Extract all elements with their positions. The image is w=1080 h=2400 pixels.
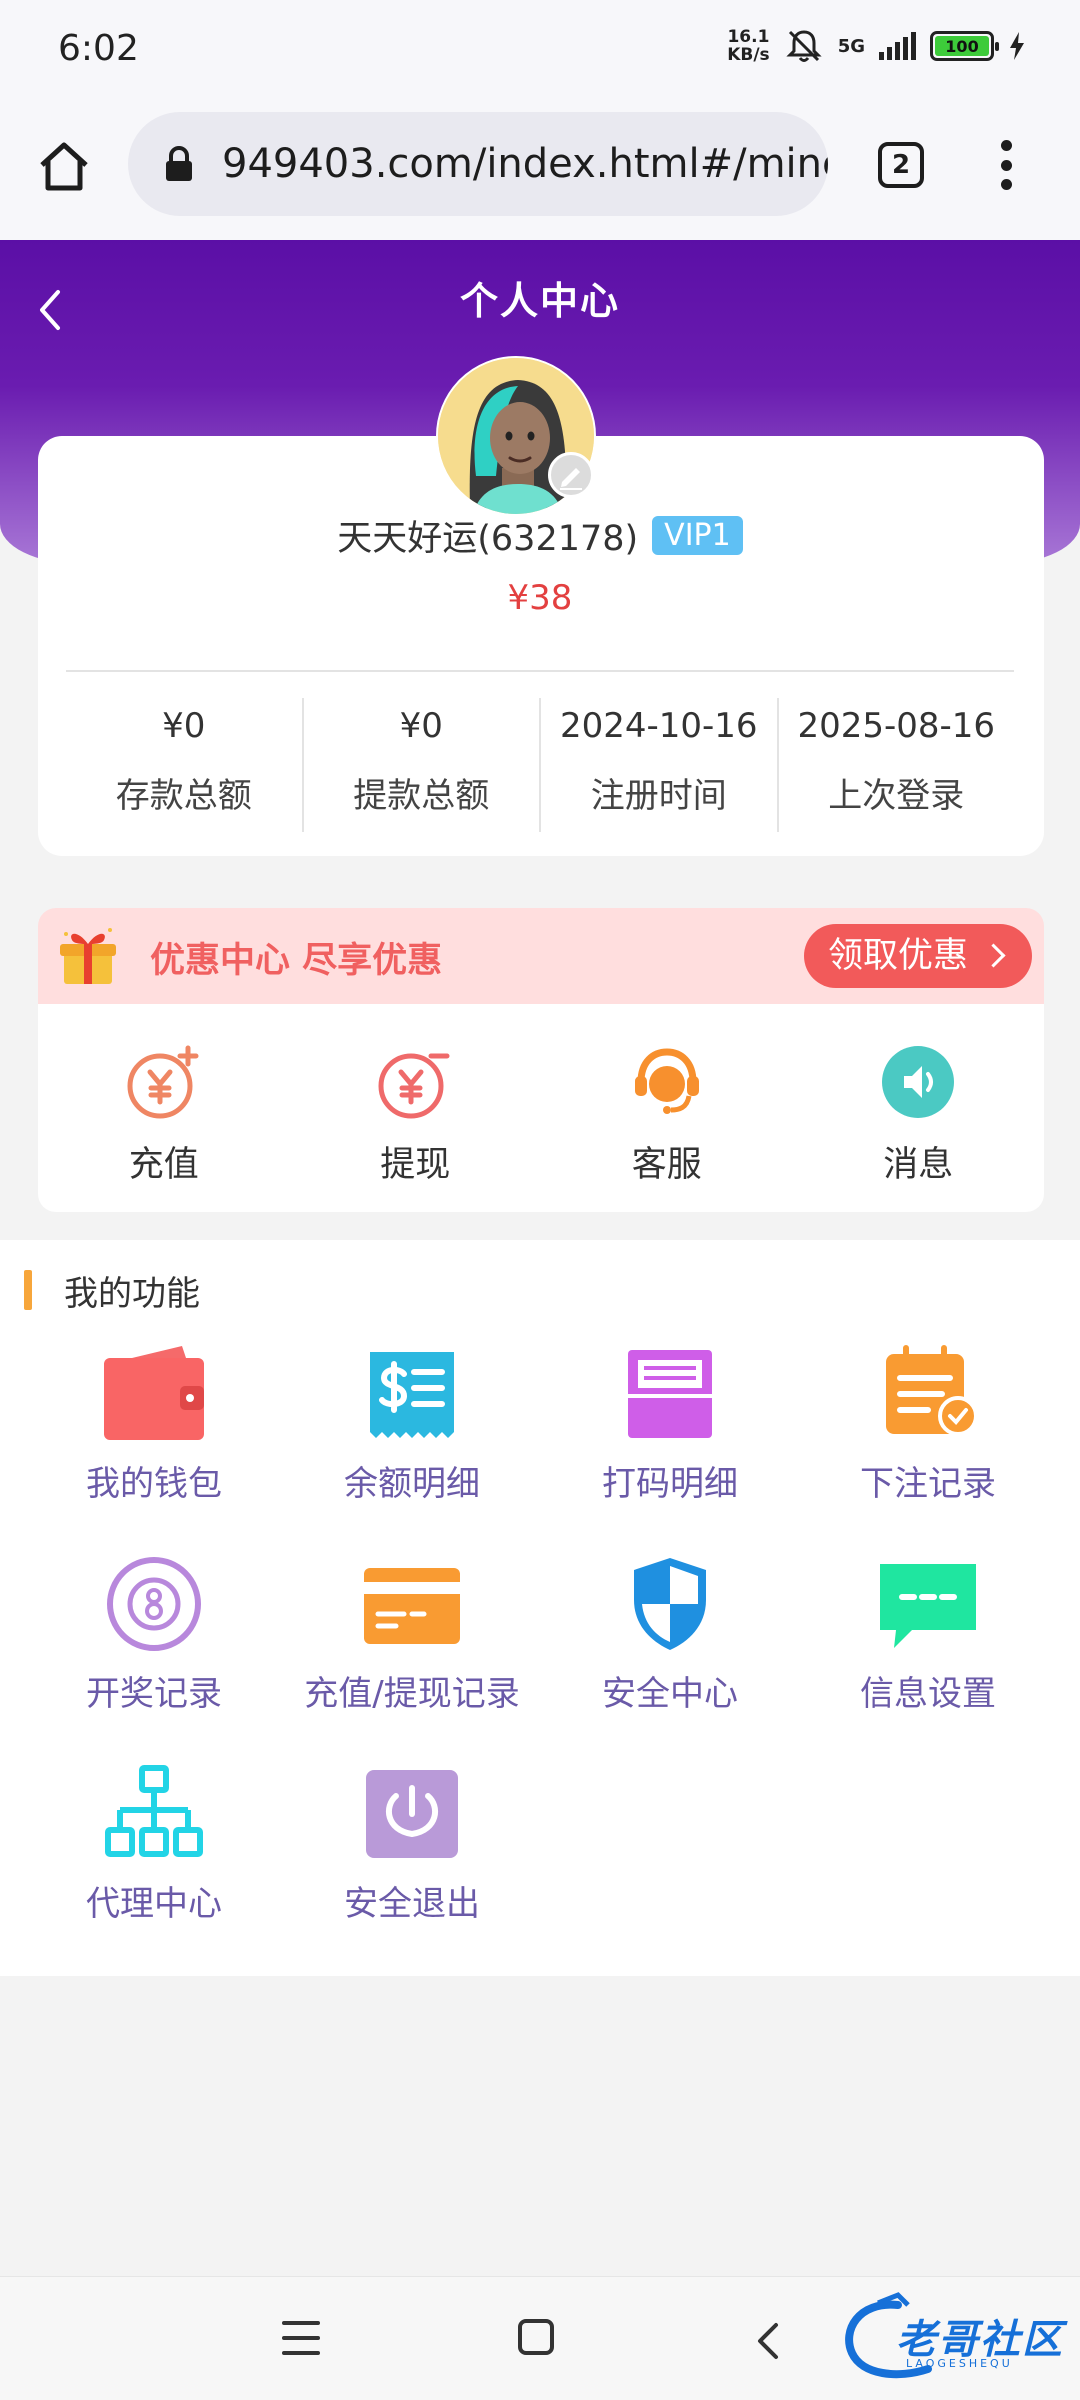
lock-icon	[166, 146, 192, 181]
address-bar[interactable]: 949403.com/index.html#/mine	[128, 112, 828, 216]
home-icon[interactable]	[36, 138, 92, 194]
signal-icon	[879, 32, 916, 60]
gift-icon	[60, 928, 116, 984]
quick-action-label: 消息	[883, 1145, 954, 1185]
function-wallet[interactable]: 我的钱包	[25, 1344, 283, 1554]
stat-label: 提款总额	[353, 776, 490, 816]
quick-action-label: 提现	[380, 1145, 451, 1185]
stat-value: 2025-08-16	[797, 706, 996, 746]
function-bet-record[interactable]: 下注记录	[799, 1344, 1057, 1554]
stat-label: 注册时间	[590, 776, 727, 816]
functions-grid: 我的钱包 余额明细 打码明细 下注记录 开奖记录 充值/提现记录 安全中心 信息…	[0, 1344, 1080, 1974]
card-record-icon	[364, 1568, 460, 1644]
stat-label: 上次登录	[828, 776, 965, 816]
battery-icon: 100	[930, 31, 999, 61]
account-balance: ¥38	[507, 578, 573, 618]
function-label: 我的钱包	[86, 1464, 222, 1504]
function-logout[interactable]: 安全退出	[283, 1764, 541, 1974]
quick-action-label: 充值	[128, 1145, 199, 1185]
function-label: 打码明细	[602, 1464, 738, 1504]
stat-value: ¥0	[399, 706, 443, 746]
shield-icon	[634, 1558, 706, 1650]
lottery-record-icon	[107, 1557, 201, 1651]
pencil-icon	[560, 468, 582, 490]
function-lottery-record[interactable]: 开奖记录	[25, 1554, 283, 1764]
quick-action-customer-service[interactable]: 客服	[541, 1004, 793, 1212]
stat-value: 2024-10-16	[559, 706, 758, 746]
function-label: 代理中心	[86, 1884, 222, 1924]
recent-apps-icon[interactable]	[282, 2321, 320, 2355]
divider	[66, 670, 1014, 672]
quick-action-message[interactable]: 消息	[793, 1004, 1045, 1212]
watermark-subtext: LAOGESHEQU	[906, 2357, 1013, 2370]
customer-service-icon	[634, 1048, 699, 1114]
more-options-icon[interactable]	[996, 140, 1016, 190]
function-label: 信息设置	[860, 1674, 996, 1714]
net-speed-value: 16.1	[727, 27, 770, 47]
browser-toolbar: 949403.com/index.html#/mine 2	[0, 100, 1080, 240]
url-text: 949403.com/index.html#/mine	[222, 141, 828, 187]
function-label: 安全退出	[344, 1884, 480, 1924]
function-label: 开奖记录	[86, 1674, 222, 1714]
bet-record-icon	[886, 1345, 978, 1436]
function-label: 充值/提现记录	[304, 1674, 520, 1714]
net-speed-unit: KB/s	[727, 45, 770, 65]
network-type: 5G	[837, 35, 865, 57]
promo-banner: 优惠中心 尽享优惠 领取优惠	[38, 908, 1044, 1004]
functions-title: 我的功能	[64, 1273, 200, 1314]
function-info-settings[interactable]: 信息设置	[799, 1554, 1057, 1764]
status-time: 6:02	[58, 28, 139, 69]
function-balance-detail[interactable]: 余额明细	[283, 1344, 541, 1554]
betting-detail-icon	[628, 1350, 712, 1438]
chat-settings-icon	[880, 1564, 976, 1648]
stat-value: ¥0	[162, 706, 206, 746]
section-accent-bar	[24, 1270, 32, 1310]
system-nav-bar: 老哥社区 LAOGESHEQU	[0, 2276, 1080, 2400]
mute-bell-icon	[786, 30, 822, 62]
quick-action-label: 客服	[631, 1145, 702, 1185]
stat-last-login: 2025-08-16 上次登录	[779, 698, 1015, 832]
quick-action-withdraw[interactable]: 提现	[290, 1004, 542, 1212]
status-bar: 6:02 16.1 KB/s 5G 100	[0, 0, 1080, 100]
quick-action-recharge[interactable]: 充值	[38, 1004, 290, 1212]
function-label: 余额明细	[344, 1464, 480, 1504]
net-speed: 16.1 KB/s	[727, 28, 769, 64]
function-label: 安全中心	[602, 1674, 738, 1714]
function-betting-detail[interactable]: 打码明细	[541, 1344, 799, 1554]
watermark-logo: 老哥社区 LAOGESHEQU	[838, 2291, 1072, 2387]
stats-row: ¥0 存款总额 ¥0 提款总额 2024-10-16 注册时间 2025-08-…	[66, 698, 1014, 832]
function-card-record[interactable]: 充值/提现记录	[283, 1554, 541, 1764]
function-label: 下注记录	[860, 1464, 996, 1504]
tab-switcher-button[interactable]: 2	[878, 142, 924, 188]
functions-header: 我的功能	[24, 1270, 200, 1314]
status-icons: 16.1 KB/s 5G 100	[727, 26, 1026, 66]
stat-deposit-total: ¥0 存款总额	[66, 698, 304, 832]
function-security-center[interactable]: 安全中心	[541, 1554, 799, 1764]
vip-badge: VIP1	[652, 516, 743, 555]
charging-icon	[1010, 32, 1024, 60]
stat-withdraw-total: ¥0 提款总额	[304, 698, 541, 832]
page-title: 个人中心	[459, 279, 620, 323]
withdraw-icon	[378, 1053, 450, 1119]
stat-register-date: 2024-10-16 注册时间	[541, 698, 779, 832]
stat-label: 存款总额	[115, 776, 252, 816]
function-agent-center[interactable]: 代理中心	[25, 1764, 283, 1974]
org-chart-icon	[105, 1765, 203, 1857]
balance-detail-icon	[370, 1352, 454, 1438]
promo-text: 优惠中心 尽享优惠	[150, 941, 443, 981]
edit-avatar-button[interactable]	[548, 452, 594, 498]
wallet-icon	[104, 1346, 204, 1440]
message-icon	[882, 1046, 955, 1118]
nav-back-icon[interactable]	[752, 2321, 782, 2361]
user-name: 天天好运(632178)	[337, 519, 639, 559]
recharge-icon	[127, 1045, 199, 1119]
battery-level: 100	[935, 36, 989, 56]
home-button-icon[interactable]	[518, 2319, 554, 2355]
quick-actions: 充值 提现 客服 消息	[38, 1004, 1044, 1212]
claim-offer-button[interactable]: 领取优惠	[803, 924, 1032, 988]
power-icon	[366, 1770, 458, 1858]
user-info: 天天好运(632178) VIP1	[0, 510, 1080, 561]
functions-section: 我的功能 我的钱包 余额明细 打码明细 下注记录 开奖记录 充值/提现记录 安全…	[0, 1240, 1080, 1976]
